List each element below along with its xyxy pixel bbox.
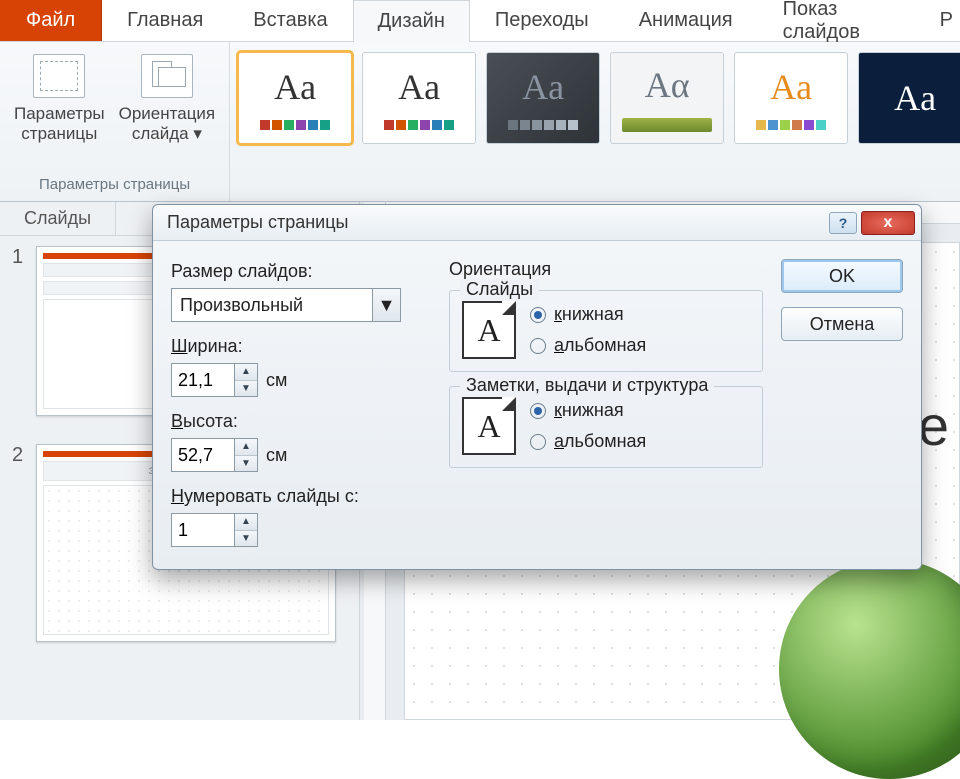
orientation-slides-frame: Слайды A книжная альбомная: [449, 290, 763, 372]
slide-thumb-1[interactable]: [36, 246, 166, 416]
orientation-notes-frame: Заметки, выдачи и структура A книжная ал…: [449, 386, 763, 468]
tab-transitions[interactable]: Переходы: [470, 0, 614, 41]
spin-down-icon[interactable]: ▼: [235, 531, 257, 547]
theme-item-2[interactable]: Aa: [362, 52, 476, 144]
dialog-col-size: Размер слайдов: Произвольный ▼ Ширина: ▲…: [171, 259, 431, 547]
dialog-titlebar: Параметры страницы ? x: [153, 205, 921, 241]
slides-pane-tab-slides[interactable]: Слайды: [0, 202, 116, 235]
dialog-col-orientation: Ориентация Слайды A книжная альбомная За…: [449, 259, 763, 547]
orientation-heading: Ориентация: [449, 259, 763, 280]
slide-size-combo[interactable]: Произвольный ▼: [171, 288, 401, 322]
height-unit: см: [266, 445, 287, 466]
theme-gallery: Aa Aa Aa Aα Aa Aa: [230, 42, 960, 201]
theme-bar: [622, 118, 712, 132]
theme-item-3[interactable]: Aa: [486, 52, 600, 144]
slides-landscape-radio[interactable]: альбомная: [530, 335, 646, 356]
number-from-spinner[interactable]: ▲▼: [171, 513, 258, 547]
ribbon-group-label: Параметры страницы: [14, 172, 215, 199]
orientation-notes-legend: Заметки, выдачи и структура: [460, 375, 714, 396]
notes-portrait-radio[interactable]: книжная: [530, 400, 646, 421]
theme-sample-text: Aα: [645, 64, 690, 106]
portrait-icon: A: [462, 301, 516, 359]
width-label: Ширина:: [171, 336, 431, 357]
orientation-label: Ориентация слайда ▾: [119, 104, 216, 145]
chevron-down-icon[interactable]: ▼: [372, 289, 400, 321]
tab-design[interactable]: Дизайн: [353, 0, 470, 42]
tab-insert[interactable]: Вставка: [228, 0, 352, 41]
theme-sample-text: Aa: [398, 66, 440, 108]
theme-item-1[interactable]: Aa: [238, 52, 352, 144]
theme-sample-text: Aa: [274, 66, 316, 108]
tab-file[interactable]: Файл: [0, 0, 102, 41]
theme-swatch: [508, 120, 578, 130]
orientation-slides-legend: Слайды: [460, 279, 539, 300]
ok-button[interactable]: OK: [781, 259, 903, 293]
cancel-button[interactable]: Отмена: [781, 307, 903, 341]
number-from-label: Нумеровать слайды с:: [171, 486, 431, 507]
page-setup-dialog: Параметры страницы ? x Размер слайдов: П…: [152, 204, 922, 570]
notes-landscape-radio[interactable]: альбомная: [530, 431, 646, 452]
portrait-icon: A: [462, 397, 516, 455]
tab-home[interactable]: Главная: [102, 0, 228, 41]
theme-sample-text: Aa: [894, 77, 936, 119]
spin-up-icon[interactable]: ▲: [235, 364, 257, 381]
dialog-close-button[interactable]: x: [861, 211, 915, 235]
chevron-down-icon: ▾: [193, 124, 202, 143]
spin-up-icon[interactable]: ▲: [235, 514, 257, 531]
spin-down-icon[interactable]: ▼: [235, 381, 257, 397]
width-unit: см: [266, 370, 287, 391]
tab-partial[interactable]: Р: [915, 0, 960, 41]
number-from-input[interactable]: [171, 513, 235, 547]
tab-slideshow[interactable]: Показ слайдов: [758, 0, 915, 41]
height-label: Высота:: [171, 411, 431, 432]
spin-down-icon[interactable]: ▼: [235, 456, 257, 472]
orientation-button[interactable]: Ориентация слайда ▾: [119, 50, 216, 145]
page-setup-label: Параметры страницы: [14, 104, 105, 145]
ribbon: Параметры страницы Ориентация слайда ▾ П…: [0, 42, 960, 202]
theme-swatch: [384, 120, 454, 130]
page-setup-icon: [33, 54, 85, 98]
width-spinner[interactable]: ▲▼ см: [171, 363, 287, 397]
dialog-help-button[interactable]: ?: [829, 212, 857, 234]
theme-item-4[interactable]: Aα: [610, 52, 724, 144]
size-label: Размер слайдов:: [171, 261, 431, 282]
dialog-title: Параметры страницы: [167, 212, 829, 233]
theme-sample-text: Aa: [770, 66, 812, 108]
slide-number-2: 2: [12, 444, 26, 642]
tab-animation[interactable]: Анимация: [614, 0, 758, 41]
ribbon-tabs: Файл Главная Вставка Дизайн Переходы Ани…: [0, 0, 960, 42]
theme-item-5[interactable]: Aa: [734, 52, 848, 144]
dialog-col-buttons: OK Отмена: [781, 259, 903, 547]
canvas-image-watermelon: [779, 559, 960, 779]
height-spinner[interactable]: ▲▼ см: [171, 438, 287, 472]
theme-item-6[interactable]: Aa: [858, 52, 960, 144]
theme-swatch: [756, 120, 826, 130]
slide-number-1: 1: [12, 246, 26, 416]
theme-swatch: [260, 120, 330, 130]
spin-up-icon[interactable]: ▲: [235, 439, 257, 456]
page-setup-button[interactable]: Параметры страницы: [14, 50, 105, 145]
width-input[interactable]: [171, 363, 235, 397]
slide-size-value: Произвольный: [172, 295, 372, 316]
dialog-body: Размер слайдов: Произвольный ▼ Ширина: ▲…: [153, 241, 921, 569]
orientation-icon: [141, 54, 193, 98]
theme-sample-text: Aa: [522, 66, 564, 108]
height-input[interactable]: [171, 438, 235, 472]
slides-portrait-radio[interactable]: книжная: [530, 304, 646, 325]
ribbon-group-page-setup: Параметры страницы Ориентация слайда ▾ П…: [0, 42, 230, 201]
